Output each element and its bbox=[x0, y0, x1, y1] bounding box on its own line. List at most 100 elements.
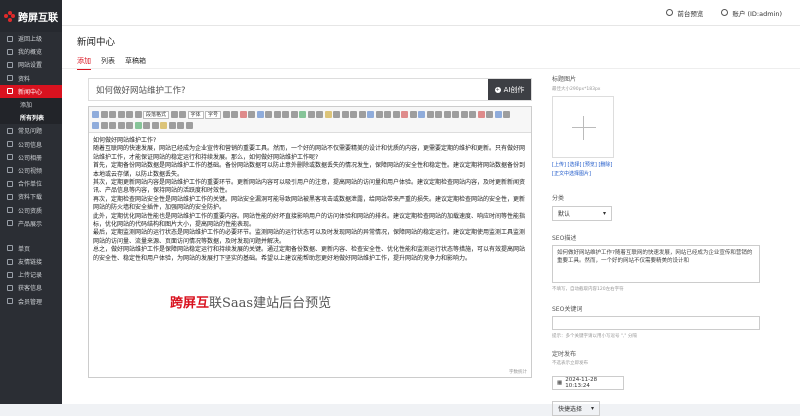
sidebar-item-label: 资料下载 bbox=[18, 194, 43, 202]
toolbar-button-icon[interactable] bbox=[109, 111, 116, 118]
toolbar-button-icon[interactable] bbox=[409, 111, 417, 118]
toolbar-button-icon[interactable] bbox=[170, 111, 178, 118]
toolbar-button-icon[interactable] bbox=[367, 111, 375, 118]
toolbar-button-icon[interactable] bbox=[179, 111, 187, 118]
toolbar-button-icon[interactable] bbox=[452, 111, 460, 118]
toolbar-button-icon[interactable] bbox=[151, 122, 159, 129]
toolbar-button-icon[interactable] bbox=[222, 111, 230, 118]
toolbar-button-icon[interactable] bbox=[333, 111, 341, 118]
sidebar-item[interactable]: 友情链接 bbox=[0, 255, 62, 268]
sidebar-item-label: 常见问题 bbox=[18, 128, 43, 136]
preview-link[interactable]: 前台预览 bbox=[666, 8, 703, 18]
menu-icon bbox=[7, 220, 13, 227]
seo-kw-input[interactable] bbox=[552, 316, 760, 330]
sidebar-item[interactable]: 网站设置 bbox=[0, 58, 62, 71]
sidebar-item[interactable]: 公司视频 bbox=[0, 164, 62, 177]
toolbar-button-icon[interactable] bbox=[358, 111, 366, 118]
toolbar-button-icon[interactable] bbox=[92, 111, 99, 118]
sidebar-item[interactable]: 公司信息 bbox=[0, 138, 62, 151]
toolbar-button-icon[interactable] bbox=[316, 111, 324, 118]
toolbar-button-icon[interactable] bbox=[443, 111, 451, 118]
toolbar-button-icon[interactable] bbox=[239, 111, 247, 118]
toolbar-button-icon[interactable] bbox=[248, 111, 256, 118]
toolbar-select[interactable]: 字号 bbox=[205, 110, 222, 119]
seo-desc-textarea[interactable]: 如何做好网站维护工作?随着互联网的快速发展，网站已经成为企业宣传和营销的重要工具… bbox=[552, 245, 760, 283]
sidebar-item[interactable]: 获客信息 bbox=[0, 281, 62, 294]
plus-v bbox=[583, 116, 584, 140]
sidebar-item[interactable]: 新闻中心 bbox=[0, 84, 62, 98]
toolbar-button-icon[interactable] bbox=[350, 111, 358, 118]
toolbar-button-icon[interactable] bbox=[418, 111, 426, 118]
toolbar-button-icon[interactable] bbox=[134, 122, 142, 129]
toolbar-button-icon[interactable] bbox=[92, 122, 99, 129]
sidebar-item[interactable]: 单页 bbox=[0, 242, 62, 255]
toolbar-button-icon[interactable] bbox=[375, 111, 383, 118]
sidebar-item[interactable]: 公司资质 bbox=[0, 203, 62, 216]
sidebar-item[interactable]: 常见问题 bbox=[0, 124, 62, 137]
menu-icon bbox=[7, 127, 13, 134]
toolbar-button-icon[interactable] bbox=[469, 111, 477, 118]
toolbar-button-icon[interactable] bbox=[494, 111, 502, 118]
sidebar-item[interactable]: 返回上级 bbox=[0, 32, 62, 45]
toolbar-button-icon[interactable] bbox=[486, 111, 494, 118]
publish-datetime[interactable]: ▦ 2024-11-28 10:13:24 bbox=[552, 376, 624, 390]
sidebar-item[interactable]: 添加 bbox=[0, 97, 62, 112]
thumb-from-content[interactable]: [正文中选择图片] bbox=[552, 170, 782, 177]
sidebar-item-label: 返回上级 bbox=[18, 36, 43, 44]
toolbar-button-icon[interactable] bbox=[177, 122, 184, 129]
toolbar-button-icon[interactable] bbox=[307, 111, 315, 118]
sidebar-item[interactable]: 上传记录 bbox=[0, 268, 62, 281]
brand-logo[interactable]: 跨屏互联 bbox=[0, 0, 62, 32]
thumb-placeholder[interactable] bbox=[552, 96, 614, 158]
toolbar-button-icon[interactable] bbox=[324, 111, 332, 118]
toolbar-button-icon[interactable] bbox=[401, 111, 409, 118]
sidebar-item[interactable]: 产品展示 bbox=[0, 217, 62, 230]
toolbar-button-icon[interactable] bbox=[126, 111, 133, 118]
toolbar-button-icon[interactable] bbox=[117, 111, 125, 118]
toolbar-button-icon[interactable] bbox=[109, 122, 116, 129]
sidebar-item[interactable]: 公司相册 bbox=[0, 151, 62, 164]
toolbar-select[interactable]: 段落格式 bbox=[143, 110, 170, 119]
toolbar-button-icon[interactable] bbox=[273, 111, 281, 118]
toolbar-button-icon[interactable] bbox=[231, 111, 239, 118]
thumb-actions[interactable]: [上传] [选择] [预览] [删除] bbox=[552, 161, 782, 168]
sidebar-item[interactable]: 资料 bbox=[0, 72, 62, 85]
account-menu[interactable]: 账户 (ID:admin) bbox=[721, 8, 782, 18]
toolbar-select[interactable]: 字体 bbox=[187, 110, 204, 119]
sidebar-item[interactable]: 资料下载 bbox=[0, 190, 62, 203]
sidebar-item[interactable]: 会员管理 bbox=[0, 295, 62, 308]
sidebar-item[interactable]: 合作单位 bbox=[0, 177, 62, 190]
toolbar-button-icon[interactable] bbox=[160, 122, 167, 129]
toolbar-button-icon[interactable] bbox=[384, 111, 392, 118]
toolbar-button-icon[interactable] bbox=[134, 111, 142, 118]
toolbar-button-icon[interactable] bbox=[299, 111, 307, 118]
quick-select[interactable]: 快捷选择 ▾ bbox=[552, 401, 600, 416]
toolbar-button-icon[interactable] bbox=[341, 111, 349, 118]
title-input[interactable] bbox=[89, 79, 488, 100]
menu-icon bbox=[7, 258, 13, 265]
toolbar-button-icon[interactable] bbox=[290, 111, 298, 118]
toolbar-button-icon[interactable] bbox=[168, 122, 176, 129]
sidebar-item[interactable]: 我的概览 bbox=[0, 45, 62, 58]
toolbar-button-icon[interactable] bbox=[185, 122, 193, 129]
toolbar-button-icon[interactable] bbox=[460, 111, 468, 118]
toolbar-button-icon[interactable] bbox=[503, 111, 511, 118]
toolbar-button-icon[interactable] bbox=[100, 122, 108, 129]
ai-create-button[interactable]: + AI创作 bbox=[488, 79, 531, 100]
toolbar-button-icon[interactable] bbox=[392, 111, 400, 118]
sidebar-item[interactable]: 所有列表 bbox=[0, 111, 62, 125]
toolbar-button-icon[interactable] bbox=[426, 111, 434, 118]
toolbar-button-icon[interactable] bbox=[117, 122, 125, 129]
toolbar-button-icon[interactable] bbox=[282, 111, 290, 118]
toolbar-button-icon[interactable] bbox=[126, 122, 133, 129]
toolbar-button-icon[interactable] bbox=[477, 111, 485, 118]
toolbar-button-icon[interactable] bbox=[143, 122, 150, 129]
thumb-hint: 最佳大小290px*183px bbox=[552, 87, 601, 92]
editor-content[interactable]: 如何做好网站维护工作? 随着互联网的快速发展，网站已经成为企业宣传和营销的重要工具… bbox=[89, 133, 531, 267]
toolbar-button-icon[interactable] bbox=[100, 111, 108, 118]
toolbar-button-icon[interactable] bbox=[435, 111, 443, 118]
toolbar-button-icon[interactable] bbox=[256, 111, 264, 118]
category-select[interactable]: 默认 ▾ bbox=[552, 206, 612, 221]
toolbar-button-icon[interactable] bbox=[265, 111, 273, 118]
menu-icon bbox=[7, 35, 13, 42]
